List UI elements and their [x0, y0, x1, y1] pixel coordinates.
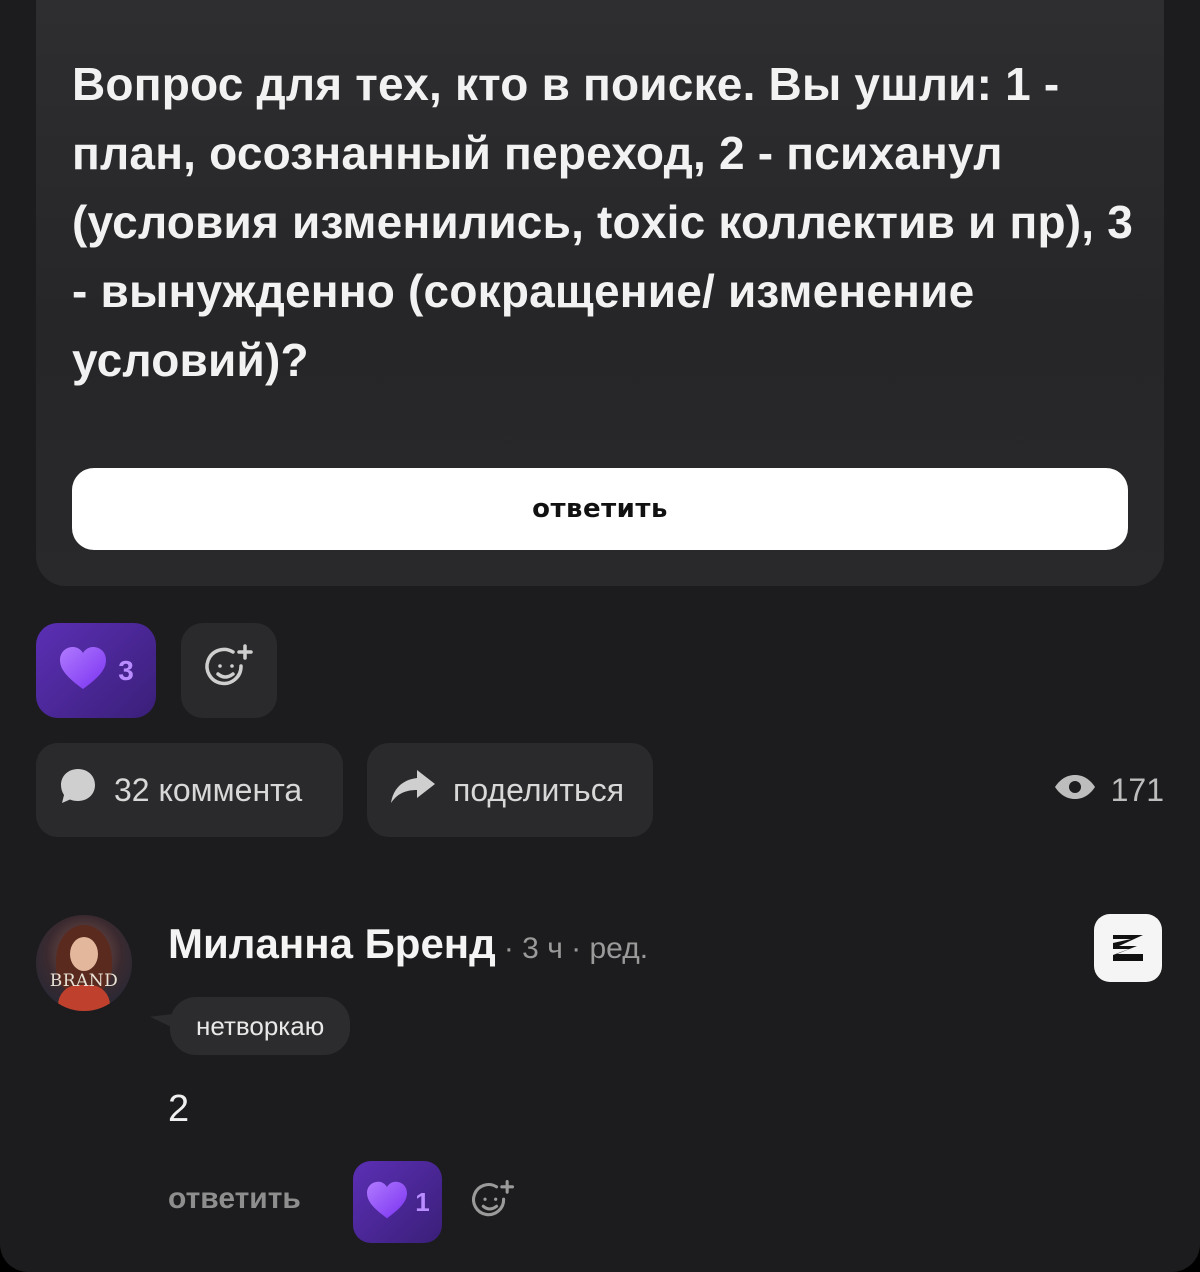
- answer-button[interactable]: ответить: [72, 468, 1128, 550]
- share-label: поделиться: [453, 771, 625, 808]
- avatar-brand-text: BRAND: [49, 971, 119, 991]
- views-count: 171: [1110, 772, 1164, 808]
- heart-icon: [58, 645, 108, 696]
- comment-meta: · 3 ч · ред.: [503, 932, 649, 965]
- comment-like-reaction-button[interactable]: 1: [353, 1161, 442, 1243]
- like-reaction-button[interactable]: 3: [36, 623, 156, 718]
- add-reaction-button[interactable]: [181, 623, 277, 718]
- views-counter: 171: [1053, 772, 1164, 809]
- add-reaction-icon: [203, 642, 255, 699]
- share-arrow-icon: [389, 766, 437, 814]
- screen: Вопрос для тех, кто в поиске. Вы ушли: 1…: [0, 0, 1200, 1272]
- eye-icon: [1053, 772, 1097, 809]
- heart-icon: [365, 1180, 409, 1225]
- comments-label: 32 коммента: [114, 771, 303, 808]
- add-reaction-icon: [470, 1178, 516, 1229]
- comment-like-count: 1: [415, 1186, 430, 1217]
- comments-button[interactable]: 32 коммента: [36, 743, 343, 837]
- avatar-face: [70, 937, 98, 971]
- question-text: Вопрос для тех, кто в поиске. Вы ушли: 1…: [72, 58, 1134, 386]
- comment-add-reaction-button[interactable]: [468, 1178, 518, 1228]
- share-button[interactable]: поделиться: [367, 743, 653, 837]
- comment-bubble-icon: [58, 766, 98, 814]
- avatar[interactable]: BRAND: [36, 915, 132, 1011]
- platform-logo-icon[interactable]: [1094, 914, 1162, 982]
- author-name[interactable]: Миланна Бренд: [168, 920, 496, 968]
- like-count: 3: [118, 654, 134, 686]
- reply-button[interactable]: ответить: [168, 1182, 301, 1216]
- tag-bubble: нетворкаю: [170, 997, 351, 1055]
- comment-body: 2: [168, 1088, 190, 1130]
- comment-header: Миланна Бренд · 3 ч · ред.: [168, 920, 648, 968]
- question-card: Вопрос для тех, кто в поиске. Вы ушли: 1…: [36, 0, 1164, 586]
